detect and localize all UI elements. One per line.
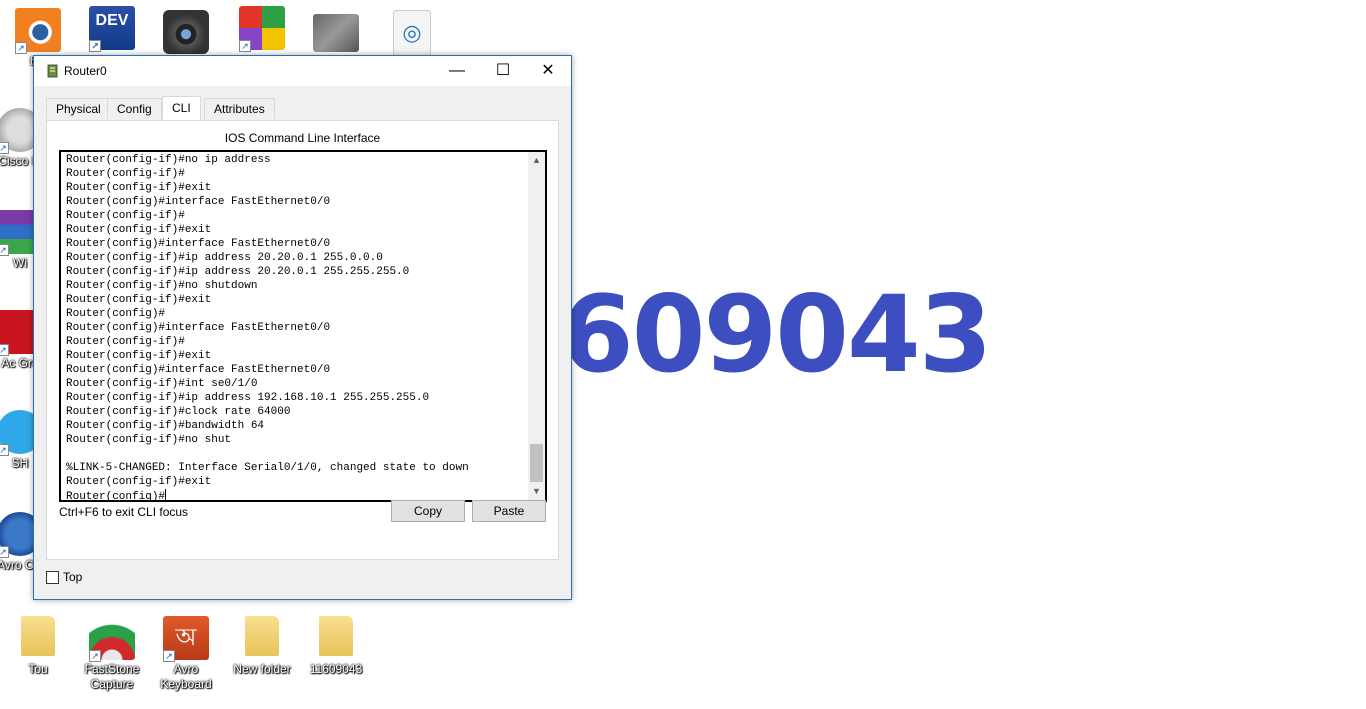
terminal-line: Router(config)#interface FastEthernet0/0 bbox=[66, 364, 331, 376]
desktop-icon-folder-11609043[interactable]: 11609043 bbox=[300, 616, 372, 677]
minimize-button[interactable]: — bbox=[434, 56, 480, 86]
terminal-line: Router(config-if)#exit bbox=[66, 476, 212, 488]
terminal-line: Router(config-if)# bbox=[66, 336, 185, 348]
close-button[interactable]: ✕ bbox=[525, 56, 571, 86]
terminal-line: Router(config-if)#ip address 20.20.0.1 2… bbox=[66, 252, 383, 264]
terminal-line: Router(config-if)#no shutdown bbox=[66, 280, 258, 292]
desktop-icon-faststone[interactable]: ↗ FastStone Capture bbox=[76, 616, 148, 692]
desktop-icon-new-folder[interactable]: New folder bbox=[226, 616, 298, 677]
terminal-line: Router(config-if)# bbox=[66, 210, 185, 222]
scroll-thumb[interactable] bbox=[530, 444, 543, 482]
cli-terminal[interactable]: Router(config-if)#no ip address Router(co… bbox=[59, 150, 547, 502]
terminal-line: Router(config-if)#exit bbox=[66, 182, 212, 194]
desktop-icon-avro-keyboard[interactable]: অ ↗ Avro Keyboard bbox=[150, 616, 222, 692]
tab-config[interactable]: Config bbox=[107, 98, 162, 119]
terminal-line: Router(config-if)#exit bbox=[66, 350, 212, 362]
panel-title: IOS Command Line Interface bbox=[224, 131, 381, 145]
terminal-line: Router(config-if)#clock rate 64000 bbox=[66, 406, 291, 418]
terminal-line: Router(config-if)#int se0/1/0 bbox=[66, 378, 258, 390]
dev-cpp-icon: DEV ↗ bbox=[89, 6, 135, 52]
desktop-icon-devcpp[interactable]: DEV ↗ bbox=[76, 6, 148, 52]
text-cursor bbox=[165, 489, 167, 500]
folder-icon bbox=[239, 616, 285, 660]
windows-app-icon: ↗ bbox=[239, 6, 285, 52]
faststone-icon: ↗ bbox=[89, 616, 135, 662]
cli-focus-hint: Ctrl+F6 to exit CLI focus bbox=[59, 505, 189, 519]
terminal-line: Router(config-if)#ip address 192.168.10.… bbox=[66, 392, 430, 404]
folder-icon bbox=[313, 616, 359, 660]
scroll-down-icon[interactable]: ▼ bbox=[528, 483, 545, 500]
desktop-icon-camera[interactable] bbox=[150, 10, 222, 54]
photo-icon bbox=[313, 14, 359, 52]
terminal-line: Router(config)#interface FastEthernet0/0 bbox=[66, 196, 331, 208]
tab-attributes[interactable]: Attributes bbox=[204, 98, 275, 119]
top-checkbox[interactable] bbox=[46, 571, 59, 584]
document-icon: ◎ bbox=[393, 10, 431, 56]
desktop-icon-photo[interactable] bbox=[300, 14, 372, 52]
terminal-scrollbar[interactable]: ▲ ▼ bbox=[528, 152, 545, 500]
terminal-line: Router(config)#interface FastEthernet0/0 bbox=[66, 238, 331, 250]
tab-physical[interactable]: Physical bbox=[46, 98, 111, 119]
router-app-icon bbox=[47, 64, 58, 78]
terminal-line: Router(config-if)#bandwidth 64 bbox=[66, 420, 265, 432]
window-title: Router0 bbox=[64, 64, 107, 78]
terminal-line: Router(config)# bbox=[66, 308, 166, 320]
terminal-line: Router(config-if)#exit bbox=[66, 294, 212, 306]
tab-cli[interactable]: CLI bbox=[162, 96, 201, 121]
copy-button[interactable]: Copy bbox=[391, 500, 465, 522]
scroll-up-icon[interactable]: ▲ bbox=[528, 152, 545, 169]
top-label: Top bbox=[63, 570, 83, 584]
terminal-line: Router(config-if)# bbox=[66, 168, 185, 180]
desktop-icon-tou[interactable]: Tou bbox=[2, 616, 74, 677]
avro-keyboard-icon: অ ↗ bbox=[163, 616, 209, 662]
terminal-line: Router(config-if)#exit bbox=[66, 224, 212, 236]
terminal-line: %LINK-5-CHANGED: Interface Serial0/1/0, … bbox=[66, 462, 469, 474]
wallpaper-number: 609043 bbox=[560, 273, 993, 396]
router-window: Router0 — ☐ ✕ Physical Config CLI Attrib… bbox=[33, 55, 572, 600]
blender-icon: ↗ bbox=[15, 8, 61, 54]
desktop-icon-document[interactable]: ◎ bbox=[376, 10, 448, 56]
title-bar[interactable]: Router0 — ☐ ✕ bbox=[34, 56, 571, 86]
terminal-line: Router(config-if)#ip address 20.20.0.1 2… bbox=[66, 266, 410, 278]
terminal-line: Router(config-if)#no ip address bbox=[66, 154, 271, 166]
terminal-line: Router(config)#interface FastEthernet0/0 bbox=[66, 322, 331, 334]
cli-panel: IOS Command Line Interface Router(config… bbox=[46, 120, 559, 560]
maximize-button[interactable]: ☐ bbox=[480, 56, 526, 86]
camera-icon bbox=[163, 10, 209, 54]
folder-user-icon bbox=[15, 616, 61, 660]
terminal-output[interactable]: Router(config-if)#no ip address Router(co… bbox=[66, 153, 526, 500]
paste-button[interactable]: Paste bbox=[472, 500, 546, 522]
terminal-line: Router(config-if)#no shut bbox=[66, 434, 232, 446]
desktop-icon-windows-app[interactable]: ↗ bbox=[226, 6, 298, 52]
